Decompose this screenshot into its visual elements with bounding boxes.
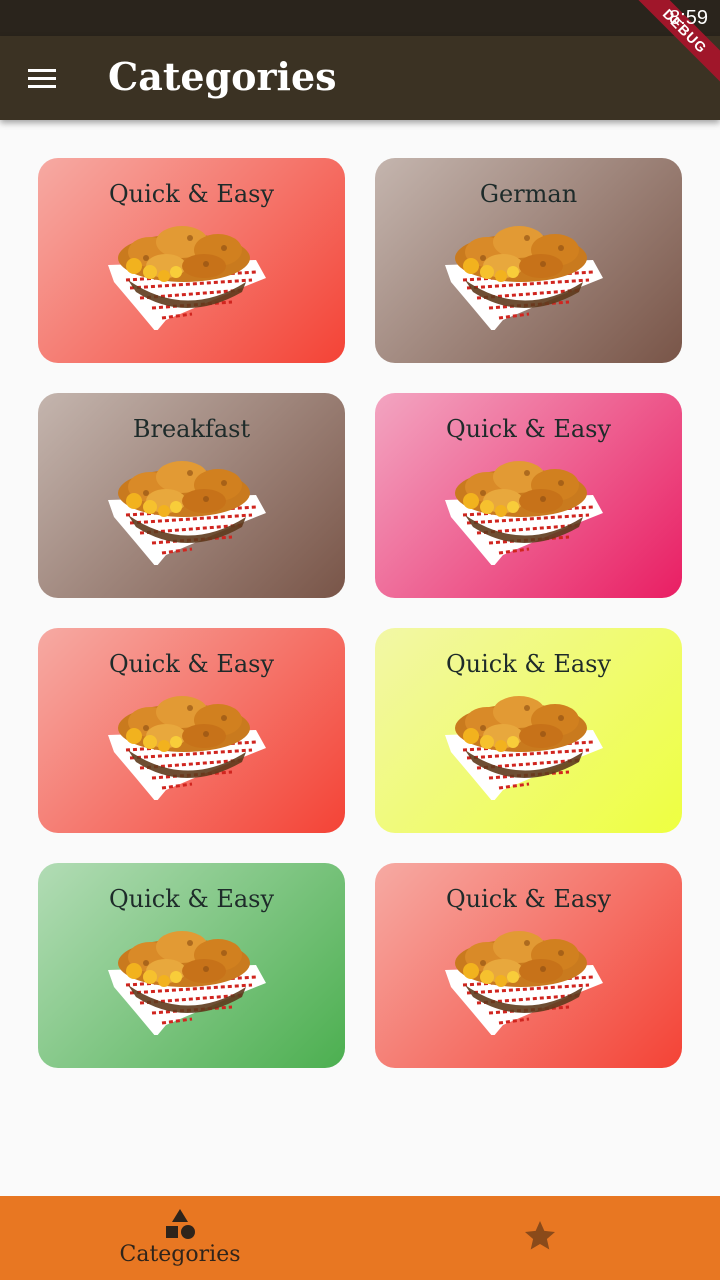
- fried-chicken-basket-image: [106, 925, 268, 1035]
- category-title: Quick & Easy: [108, 885, 275, 913]
- app-bar: Categories: [0, 36, 720, 120]
- fried-chicken-basket-image: [106, 690, 268, 800]
- category-title: German: [479, 180, 578, 208]
- category-card[interactable]: Quick & Easy: [38, 628, 345, 833]
- bottom-nav: Categories: [0, 1196, 720, 1280]
- fried-chicken-basket-image: [106, 455, 268, 565]
- category-title: Quick & Easy: [445, 415, 612, 443]
- category-title: Quick & Easy: [445, 885, 612, 913]
- category-grid: Quick & Easy German Breakfast Quick & Ea…: [38, 158, 682, 1068]
- fried-chicken-basket-image: [443, 925, 605, 1035]
- category-card[interactable]: Quick & Easy: [38, 863, 345, 1068]
- category-title: Quick & Easy: [108, 650, 275, 678]
- nav-categories[interactable]: Categories: [0, 1196, 360, 1280]
- category-card[interactable]: Breakfast: [38, 393, 345, 598]
- status-time: 8:59: [669, 7, 708, 29]
- star-icon: [525, 1221, 555, 1250]
- category-card[interactable]: Quick & Easy: [375, 393, 682, 598]
- page-title: Categories: [108, 54, 337, 99]
- category-card[interactable]: German: [375, 158, 682, 363]
- menu-icon: [28, 69, 56, 89]
- category-shapes-icon: [166, 1209, 195, 1239]
- nav-favorites[interactable]: [360, 1196, 720, 1280]
- nav-categories-label: Categories: [119, 1242, 241, 1267]
- category-title: Breakfast: [132, 415, 251, 443]
- category-card[interactable]: Quick & Easy: [375, 628, 682, 833]
- category-title: Quick & Easy: [108, 180, 275, 208]
- fried-chicken-basket-image: [443, 220, 605, 330]
- category-card[interactable]: Quick & Easy: [38, 158, 345, 363]
- category-title: Quick & Easy: [445, 650, 612, 678]
- menu-button[interactable]: [20, 56, 64, 100]
- fried-chicken-basket-image: [106, 220, 268, 330]
- fried-chicken-basket-image: [443, 690, 605, 800]
- category-card[interactable]: Quick & Easy: [375, 863, 682, 1068]
- status-bar: [0, 0, 720, 36]
- fried-chicken-basket-image: [443, 455, 605, 565]
